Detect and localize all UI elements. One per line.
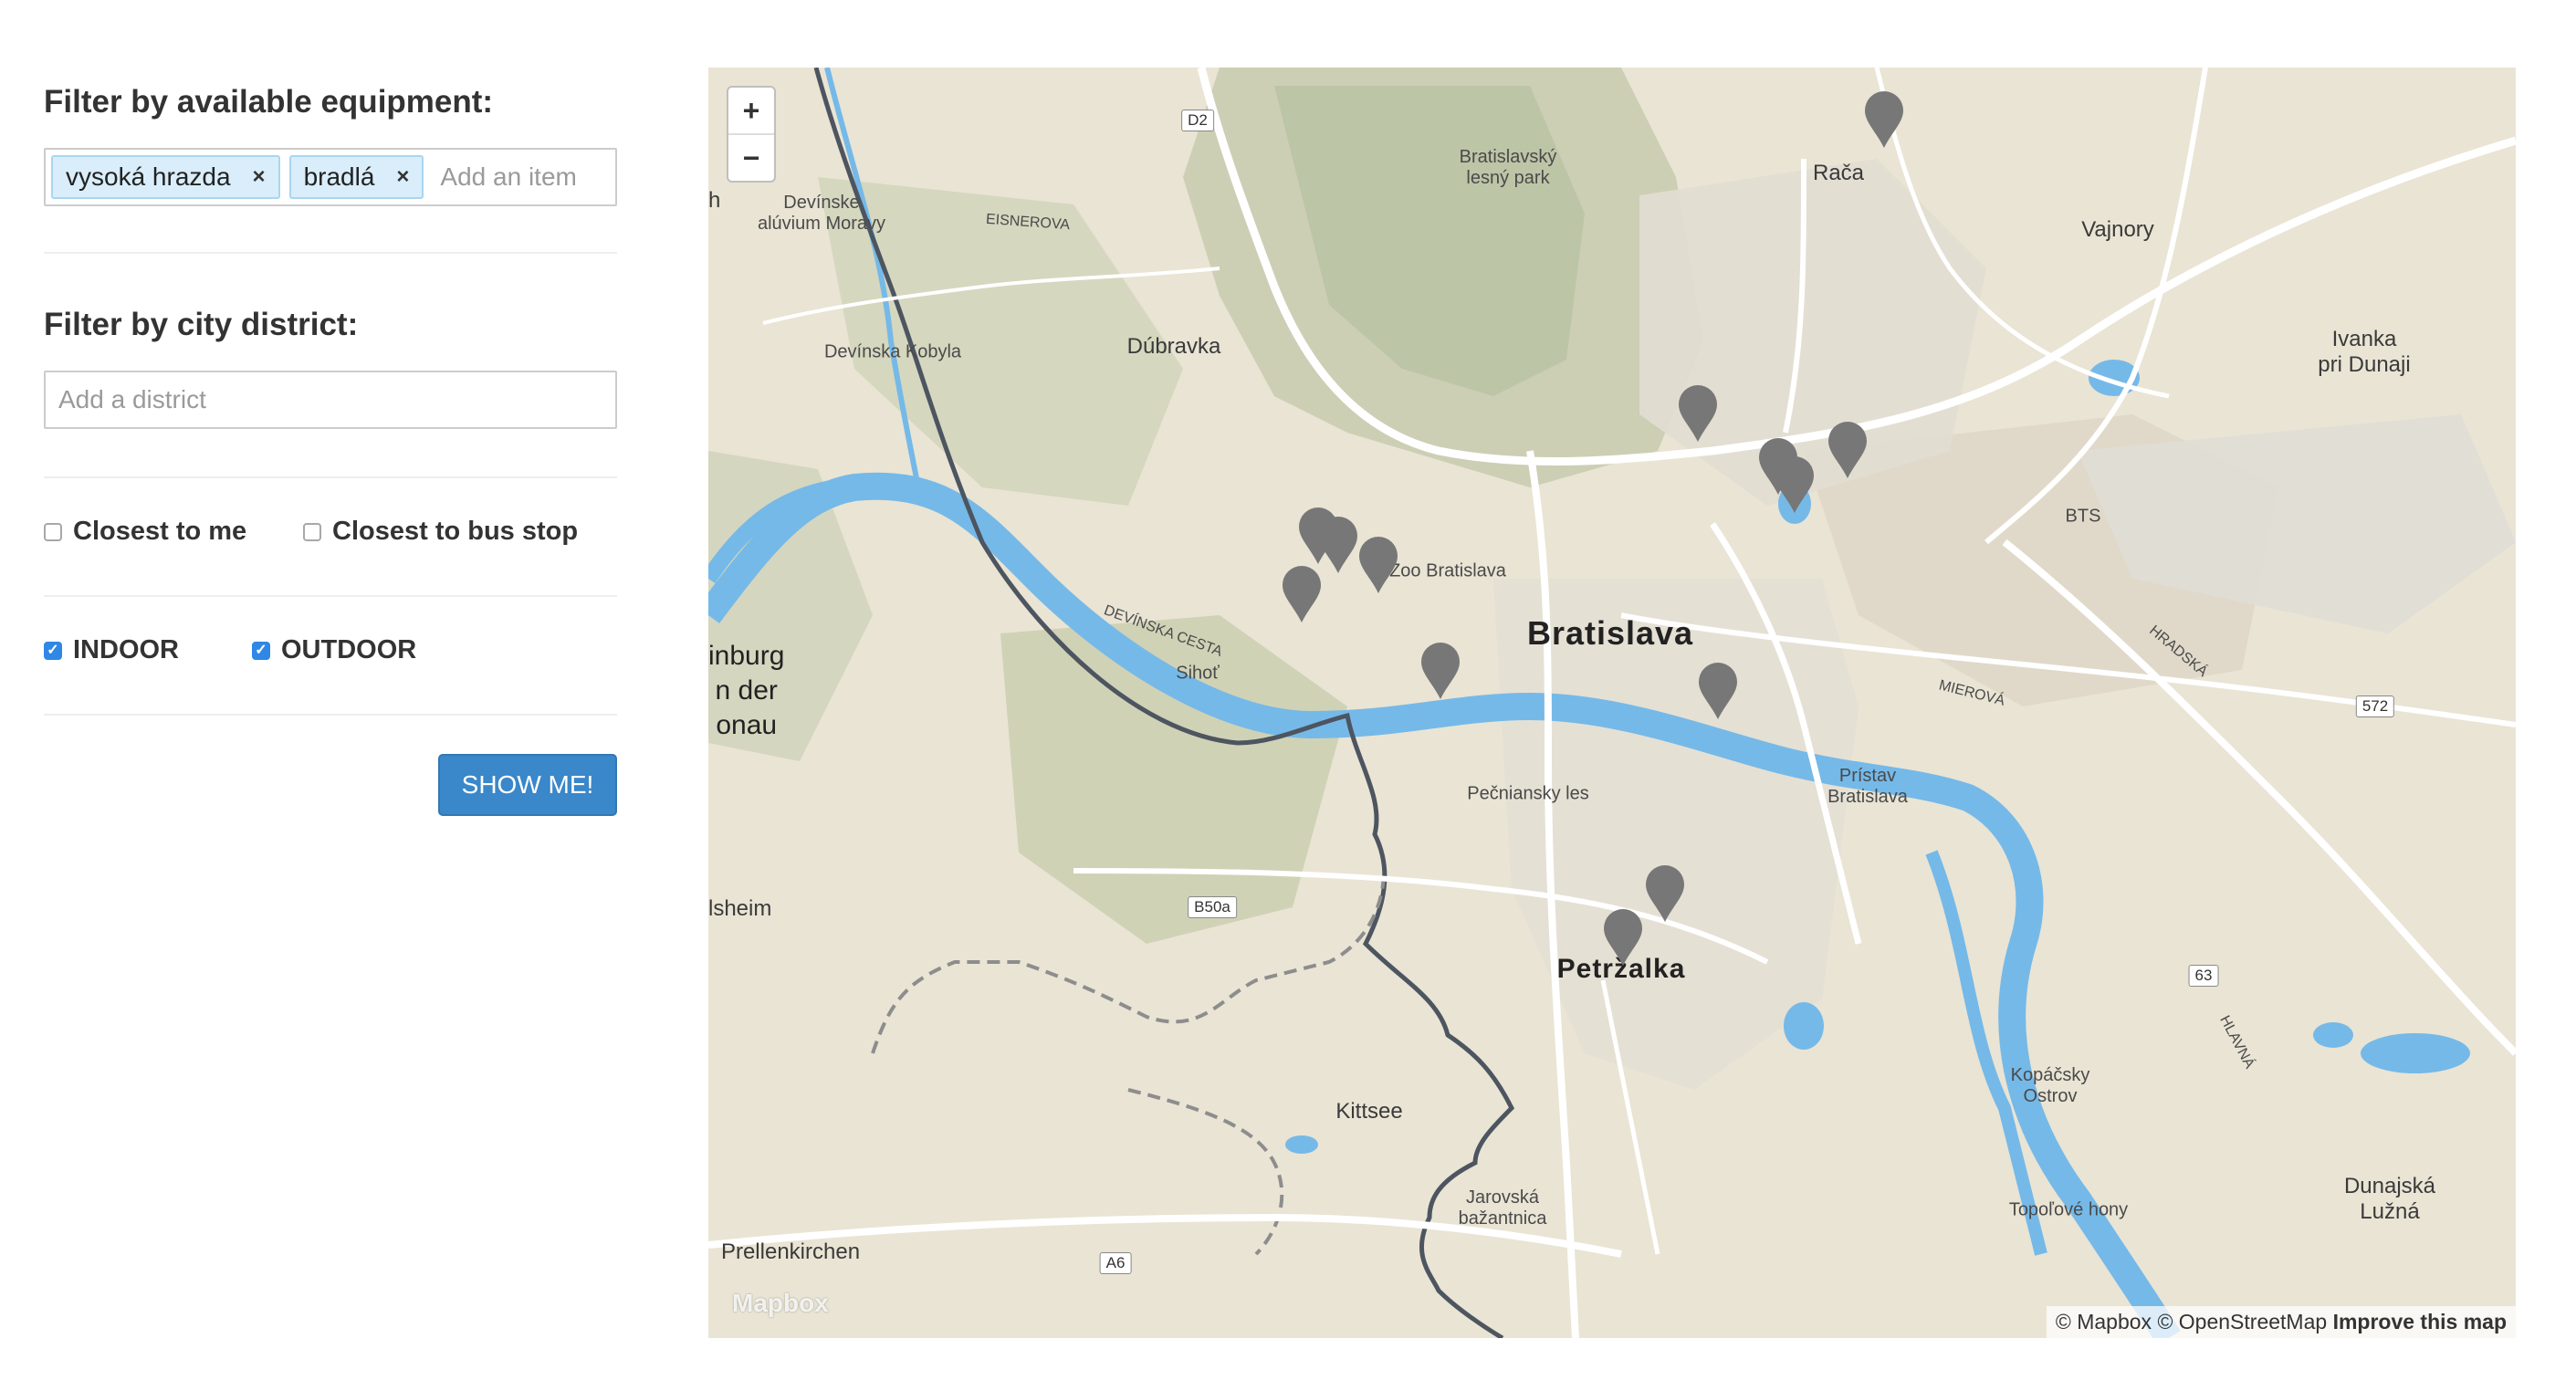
equipment-tag: vysoká hrazda × (51, 155, 280, 199)
location-marker-icon[interactable] (1677, 385, 1719, 444)
map-view[interactable]: + − D2 B50a A6 572 63 Bratislava Petržal… (708, 68, 2516, 1338)
equipment-tag: bradlá × (288, 155, 424, 199)
improve-map-link[interactable]: Improve this map (2333, 1310, 2507, 1333)
map-label-devinska-kobyla: Devínska Kobyla (823, 341, 962, 362)
map-label-topolove-hony: Topoľové hony (2008, 1199, 2129, 1220)
map-label-devinske-aluvium: Devínske alúvium Moravy (757, 193, 886, 234)
district-input-wrapper[interactable] (44, 371, 617, 429)
map-label-dubravka: Dúbravka (1126, 334, 1221, 359)
map-label-lsheim: lsheim (708, 896, 772, 921)
map-label-hainburg: inburg n der onau (708, 641, 785, 740)
zoom-control: + − (727, 86, 776, 183)
closest-to-me-option[interactable]: Closest to me (44, 517, 246, 547)
closest-to-bus-stop-label: Closest to bus stop (332, 517, 579, 546)
map-label-bts: BTS (2065, 506, 2101, 527)
map-label-zoo: Zoo Bratislava (1389, 560, 1506, 581)
equipment-search-input[interactable] (433, 162, 610, 192)
divider (44, 714, 617, 716)
outdoor-label: OUTDOOR (281, 635, 417, 664)
indoor-checkbox[interactable] (44, 641, 62, 660)
location-marker-icon[interactable] (1317, 517, 1359, 575)
location-marker-icon[interactable] (1281, 566, 1323, 624)
location-marker-icon[interactable] (1774, 456, 1816, 515)
location-marker-icon[interactable] (1644, 865, 1686, 924)
divider (44, 476, 617, 478)
outdoor-checkbox[interactable] (252, 641, 270, 660)
mapbox-logo: Mapbox (732, 1289, 829, 1317)
divider (44, 595, 617, 597)
attribution-mapbox[interactable]: © Mapbox (2056, 1310, 2152, 1333)
location-marker-icon[interactable] (1602, 909, 1644, 967)
equipment-filter-heading: Filter by available equipment: (44, 84, 494, 120)
road-badge-63: 63 (2188, 965, 2219, 987)
equipment-tag-input[interactable]: vysoká hrazda × bradlá × (44, 148, 617, 206)
road-badge-b50a: B50a (1188, 896, 1237, 918)
remove-tag-icon[interactable]: × (253, 164, 266, 190)
map-base-layer (708, 68, 2516, 1338)
map-label-pecniansky-les: Pečniansky les (1467, 783, 1589, 804)
map-label-kopacsky-ostrov: Kopáčsky Ostrov (2010, 1065, 2090, 1106)
road-badge-d2: D2 (1181, 110, 1214, 131)
closest-to-bus-stop-option[interactable]: Closest to bus stop (303, 517, 578, 547)
map-label-dunajska-luzna: Dunajská Lužná (2343, 1174, 2436, 1224)
map-label-ivanka: Ivanka pri Dunaji (2318, 327, 2411, 377)
zoom-out-button[interactable]: − (728, 133, 774, 181)
indoor-label: INDOOR (73, 635, 179, 664)
map-label-sihot: Sihoť (1176, 663, 1220, 684)
map-label-kittsee: Kittsee (1335, 1099, 1403, 1124)
equipment-tag-label: vysoká hrazda (66, 162, 231, 191)
map-label-jarovska: Jarovská bažantnica (1458, 1187, 1547, 1229)
closest-to-bus-stop-checkbox[interactable] (303, 522, 321, 541)
district-input[interactable] (51, 385, 610, 414)
map-label-pristav: Prístav Bratislava (1827, 766, 1908, 807)
attribution-osm[interactable]: © OpenStreetMap (2157, 1310, 2327, 1333)
map-label-prellenkirchen: Prellenkirchen (720, 1239, 861, 1264)
map-label-edge-h: h (708, 188, 721, 213)
show-me-button[interactable]: SHOW ME! (438, 754, 617, 816)
map-label-vajnory: Vajnory (2081, 217, 2154, 242)
location-marker-icon[interactable] (1419, 643, 1461, 701)
location-marker-icon[interactable] (1357, 537, 1399, 595)
road-badge-a6: A6 (1099, 1252, 1132, 1274)
indoor-option[interactable]: INDOOR (44, 635, 179, 665)
map-label-raca: Rača (1812, 161, 1865, 185)
location-marker-icon[interactable] (1863, 91, 1905, 150)
equipment-tag-label: bradlá (303, 162, 375, 191)
district-filter-heading: Filter by city district: (44, 307, 359, 342)
location-marker-icon[interactable] (1697, 663, 1739, 721)
remove-tag-icon[interactable]: × (396, 164, 409, 190)
zoom-in-button[interactable]: + (728, 88, 774, 133)
closest-to-me-label: Closest to me (73, 517, 247, 546)
map-label-bratislava: Bratislava (1526, 614, 1694, 652)
location-marker-icon[interactable] (1827, 422, 1869, 480)
map-attribution: © Mapbox © OpenStreetMap Improve this ma… (2046, 1306, 2516, 1338)
map-label-lesny-park: Bratislavský lesný park (1459, 147, 1557, 188)
divider (44, 252, 617, 254)
outdoor-option[interactable]: OUTDOOR (252, 635, 416, 665)
closest-to-me-checkbox[interactable] (44, 522, 62, 541)
road-badge-572: 572 (2355, 696, 2395, 717)
